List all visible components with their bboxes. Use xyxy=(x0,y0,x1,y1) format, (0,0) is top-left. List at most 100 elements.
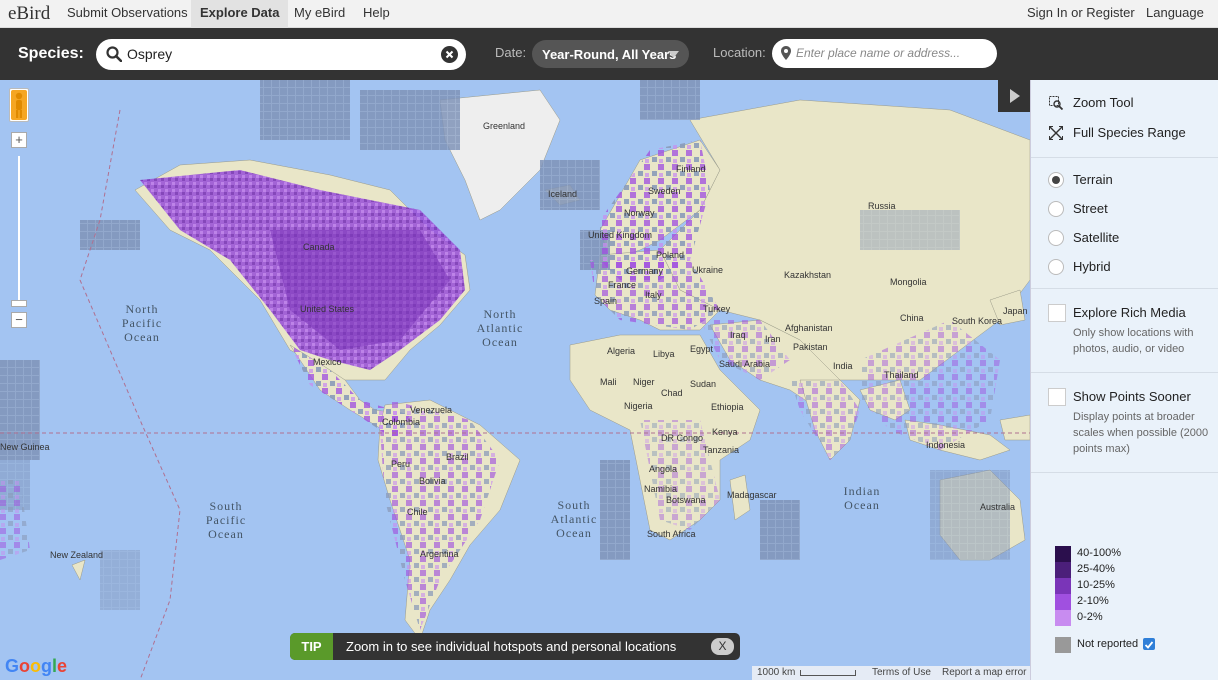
language-menu[interactable]: Language ▼ xyxy=(1137,0,1218,45)
legend-swatch xyxy=(1055,578,1071,594)
place-label: India xyxy=(833,361,853,371)
zoom-slider-handle[interactable] xyxy=(11,300,27,307)
sign-in-link[interactable]: Sign In or Register xyxy=(1018,0,1144,28)
place-label: Peru xyxy=(391,459,410,469)
place-label: Greenland xyxy=(483,121,525,131)
svg-text:Ocean: Ocean xyxy=(208,527,244,541)
place-label: Colombia xyxy=(382,417,420,427)
tip-close-button[interactable]: X xyxy=(711,638,734,655)
species-input[interactable]: Osprey xyxy=(96,39,466,70)
place-label: Chad xyxy=(661,388,683,398)
street-view-pegman[interactable] xyxy=(9,88,29,122)
zoom-slider-track[interactable] xyxy=(18,156,20,306)
hybrid-label[interactable]: Hybrid xyxy=(1073,259,1111,274)
place-label: Kenya xyxy=(712,427,738,437)
date-select[interactable]: Year-Round, All Years xyxy=(532,40,689,68)
chevron-down-icon xyxy=(668,51,679,58)
place-label: Iraq xyxy=(730,330,746,340)
not-reported-swatch xyxy=(1055,637,1071,653)
range-map[interactable]: North Pacific Ocean North Atlantic Ocean… xyxy=(0,80,1030,680)
zoom-in-button[interactable]: + xyxy=(11,132,27,148)
place-label: DR Congo xyxy=(661,433,703,443)
place-label: Pakistan xyxy=(793,342,828,352)
map-footer: 1000 km Terms of Use Report a map error xyxy=(752,666,1030,680)
svg-text:Pacific: Pacific xyxy=(206,513,246,527)
street-radio[interactable] xyxy=(1048,201,1064,217)
terrain-label[interactable]: Terrain xyxy=(1073,172,1113,187)
legend-label: 2-10% xyxy=(1077,595,1109,607)
satellite-radio[interactable] xyxy=(1048,230,1064,246)
ocean-label-north-atlantic: North Atlantic Ocean xyxy=(477,307,524,349)
place-label: Angola xyxy=(649,464,677,474)
hybrid-radio[interactable] xyxy=(1048,259,1064,275)
ocean-label-south-pacific: South Pacific Ocean xyxy=(206,499,246,541)
legend-label: 25-40% xyxy=(1077,563,1115,575)
svg-text:Ocean: Ocean xyxy=(124,330,160,344)
legend-swatch xyxy=(1055,546,1071,562)
points-sooner-checkbox[interactable] xyxy=(1048,388,1066,406)
place-label: Sweden xyxy=(648,186,681,196)
zoom-tool-button[interactable]: Zoom Tool xyxy=(1073,95,1133,110)
legend-label: 10-25% xyxy=(1077,579,1115,591)
ebird-logo[interactable]: eBird xyxy=(8,3,50,25)
nav-submit-observations[interactable]: Submit Observations xyxy=(58,0,197,28)
place-label: Canada xyxy=(303,242,335,252)
google-logo[interactable]: Google xyxy=(5,656,67,677)
legend-swatch xyxy=(1055,594,1071,610)
place-label: Thailand xyxy=(884,370,919,380)
svg-text:Atlantic: Atlantic xyxy=(477,321,524,335)
not-reported-checkbox[interactable] xyxy=(1143,638,1155,650)
tip-badge: TIP xyxy=(290,633,333,660)
place-label: United States xyxy=(300,304,355,314)
satellite-label[interactable]: Satellite xyxy=(1073,230,1119,245)
svg-text:South: South xyxy=(557,498,590,512)
not-reported-label: Not reported xyxy=(1077,638,1139,650)
points-sooner-description: Display points at broader scales when po… xyxy=(1073,411,1209,455)
place-label: Namibia xyxy=(644,484,677,494)
full-species-range-button[interactable]: Full Species Range xyxy=(1073,125,1186,140)
terrain-radio[interactable] xyxy=(1048,172,1064,188)
nav-help[interactable]: Help xyxy=(354,0,399,28)
species-value: Osprey xyxy=(127,46,173,62)
terms-link[interactable]: Terms of Use xyxy=(872,667,931,678)
place-label: Venezuela xyxy=(410,405,452,415)
legend-label: 40-100% xyxy=(1077,547,1122,559)
place-label: South Africa xyxy=(647,529,696,539)
location-field[interactable] xyxy=(772,39,997,68)
place-label: Tanzania xyxy=(703,445,739,455)
clear-icon[interactable] xyxy=(441,46,458,63)
nav-explore-data[interactable]: Explore Data xyxy=(191,0,289,28)
place-label: Brazil xyxy=(446,452,469,462)
location-input[interactable] xyxy=(796,43,988,63)
place-label: Bolivia xyxy=(419,476,446,486)
legend-swatch xyxy=(1055,610,1071,626)
place-label: Italy xyxy=(645,290,662,300)
points-sooner-label[interactable]: Show Points Sooner xyxy=(1073,389,1191,404)
rich-media-checkbox[interactable] xyxy=(1048,304,1066,322)
place-label: Ukraine xyxy=(692,265,723,275)
date-label: Date: xyxy=(495,45,527,60)
place-label: Niger xyxy=(633,377,655,387)
scale-bar xyxy=(800,670,856,676)
place-label: Mongolia xyxy=(890,277,927,287)
svg-text:Ocean: Ocean xyxy=(482,335,518,349)
tip-banner: TIP Zoom in to see individual hotspots a… xyxy=(290,633,740,660)
species-label: Species: xyxy=(18,45,84,62)
place-label: France xyxy=(608,280,636,290)
svg-text:South: South xyxy=(209,499,242,513)
map-canvas[interactable]: North Pacific Ocean North Atlantic Ocean… xyxy=(0,80,1030,680)
rich-media-label[interactable]: Explore Rich Media xyxy=(1073,305,1186,320)
place-label: Madagascar xyxy=(727,490,777,500)
place-label: New Zealand xyxy=(50,550,103,560)
search-bar: Species: Osprey Date: Year-Round, All Ye… xyxy=(0,28,1218,80)
map-options-panel: Zoom Tool Full Species Range Terrain Str… xyxy=(1030,80,1218,680)
search-icon xyxy=(106,46,122,62)
place-label: Australia xyxy=(980,502,1015,512)
place-label: Algeria xyxy=(607,346,635,356)
zoom-out-button[interactable]: − xyxy=(11,312,27,328)
nav-my-ebird[interactable]: My eBird xyxy=(285,0,354,28)
street-label[interactable]: Street xyxy=(1073,201,1108,216)
report-error-link[interactable]: Report a map error xyxy=(942,667,1026,678)
svg-text:Ocean: Ocean xyxy=(844,498,880,512)
panel-toggle-button[interactable] xyxy=(998,80,1030,112)
